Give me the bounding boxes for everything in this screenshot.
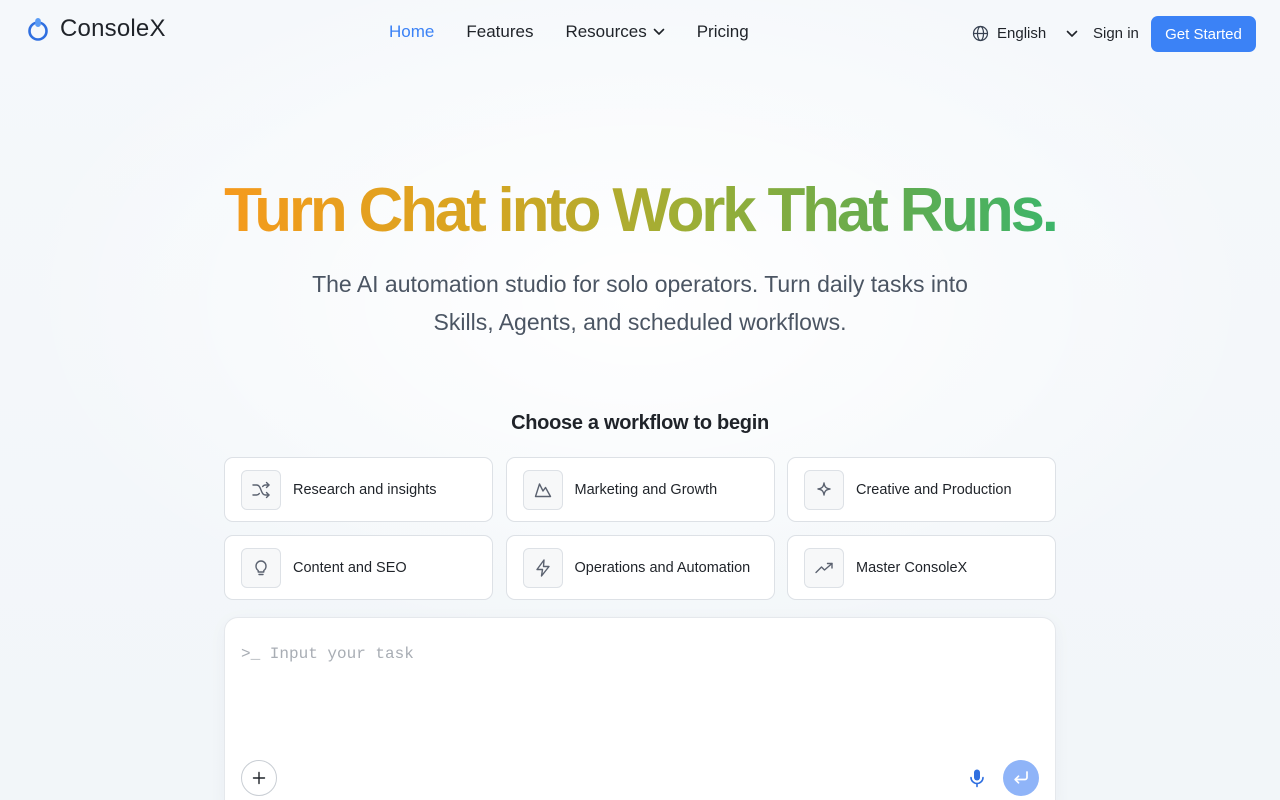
language-selector[interactable]: English <box>972 25 1078 42</box>
chevron-down-icon <box>653 28 665 35</box>
workflow-card-label: Master ConsoleX <box>856 559 968 576</box>
get-started-button[interactable]: Get Started <box>1151 16 1256 52</box>
globe-icon <box>972 25 989 42</box>
workflow-card-label: Content and SEO <box>293 559 407 576</box>
nav-features[interactable]: Features <box>466 22 533 42</box>
main-nav: Home Features Resources Pricing <box>389 22 781 42</box>
workflow-card-operations[interactable]: Operations and Automation <box>505 535 775 600</box>
brand-name: ConsoleX <box>60 15 166 42</box>
trending-up-icon <box>804 547 844 588</box>
lightbulb-icon <box>241 547 281 588</box>
voice-input-button[interactable] <box>965 766 989 790</box>
nav-resources-label: Resources <box>565 22 647 41</box>
nav-pricing-label: Pricing <box>696 22 749 41</box>
hero-headline-text: Turn Chat into Work That Runs. <box>224 176 1059 245</box>
nav-resources[interactable]: Resources <box>565 22 665 42</box>
workflow-card-creative[interactable]: Creative and Production <box>787 457 1056 522</box>
nav-pricing[interactable]: Pricing <box>697 22 749 42</box>
nav-features-label: Features <box>466 22 534 41</box>
workflow-heading: Choose a workflow to begin <box>511 412 769 434</box>
task-input[interactable] <box>241 642 1001 666</box>
attach-button[interactable] <box>241 760 277 796</box>
microphone-icon <box>970 769 984 788</box>
top-navbar: ConsoleX Home Features Resources Pricing… <box>0 0 1280 68</box>
hero-subhead: The AI automation studio for solo operat… <box>312 271 968 335</box>
workflow-card-content-seo[interactable]: Content and SEO <box>224 535 493 600</box>
language-label: English <box>997 25 1047 42</box>
workflow-card-marketing[interactable]: Marketing and Growth <box>505 457 775 522</box>
workflow-cards: Research and insights Marketing and Grow… <box>224 457 1056 600</box>
task-composer <box>224 617 1056 800</box>
sign-in-link[interactable]: Sign in <box>1093 25 1139 42</box>
send-button[interactable] <box>1003 760 1039 796</box>
workflow-card-label: Research and insights <box>293 481 437 498</box>
plus-icon <box>252 771 266 785</box>
lightning-icon <box>522 547 563 588</box>
chevron-down-icon <box>1066 30 1078 37</box>
sparkle-icon <box>804 469 844 510</box>
workflow-card-label: Marketing and Growth <box>574 481 718 498</box>
workflow-card-label: Operations and Automation <box>574 559 751 576</box>
hero-headline: Turn Chat into Work That Runs. <box>0 178 1280 244</box>
enter-icon <box>1014 771 1028 784</box>
workflow-card-label: Creative and Production <box>856 481 1012 498</box>
mountain-icon <box>522 469 563 510</box>
nav-home-label: Home <box>389 22 435 41</box>
shuffle-icon <box>241 469 281 510</box>
consolex-logo-icon <box>28 18 48 41</box>
brand-logo[interactable]: ConsoleX <box>26 14 166 44</box>
workflow-card-research[interactable]: Research and insights <box>224 457 493 522</box>
nav-home[interactable]: Home <box>389 22 434 42</box>
workflow-card-master[interactable]: Master ConsoleX <box>787 535 1056 600</box>
